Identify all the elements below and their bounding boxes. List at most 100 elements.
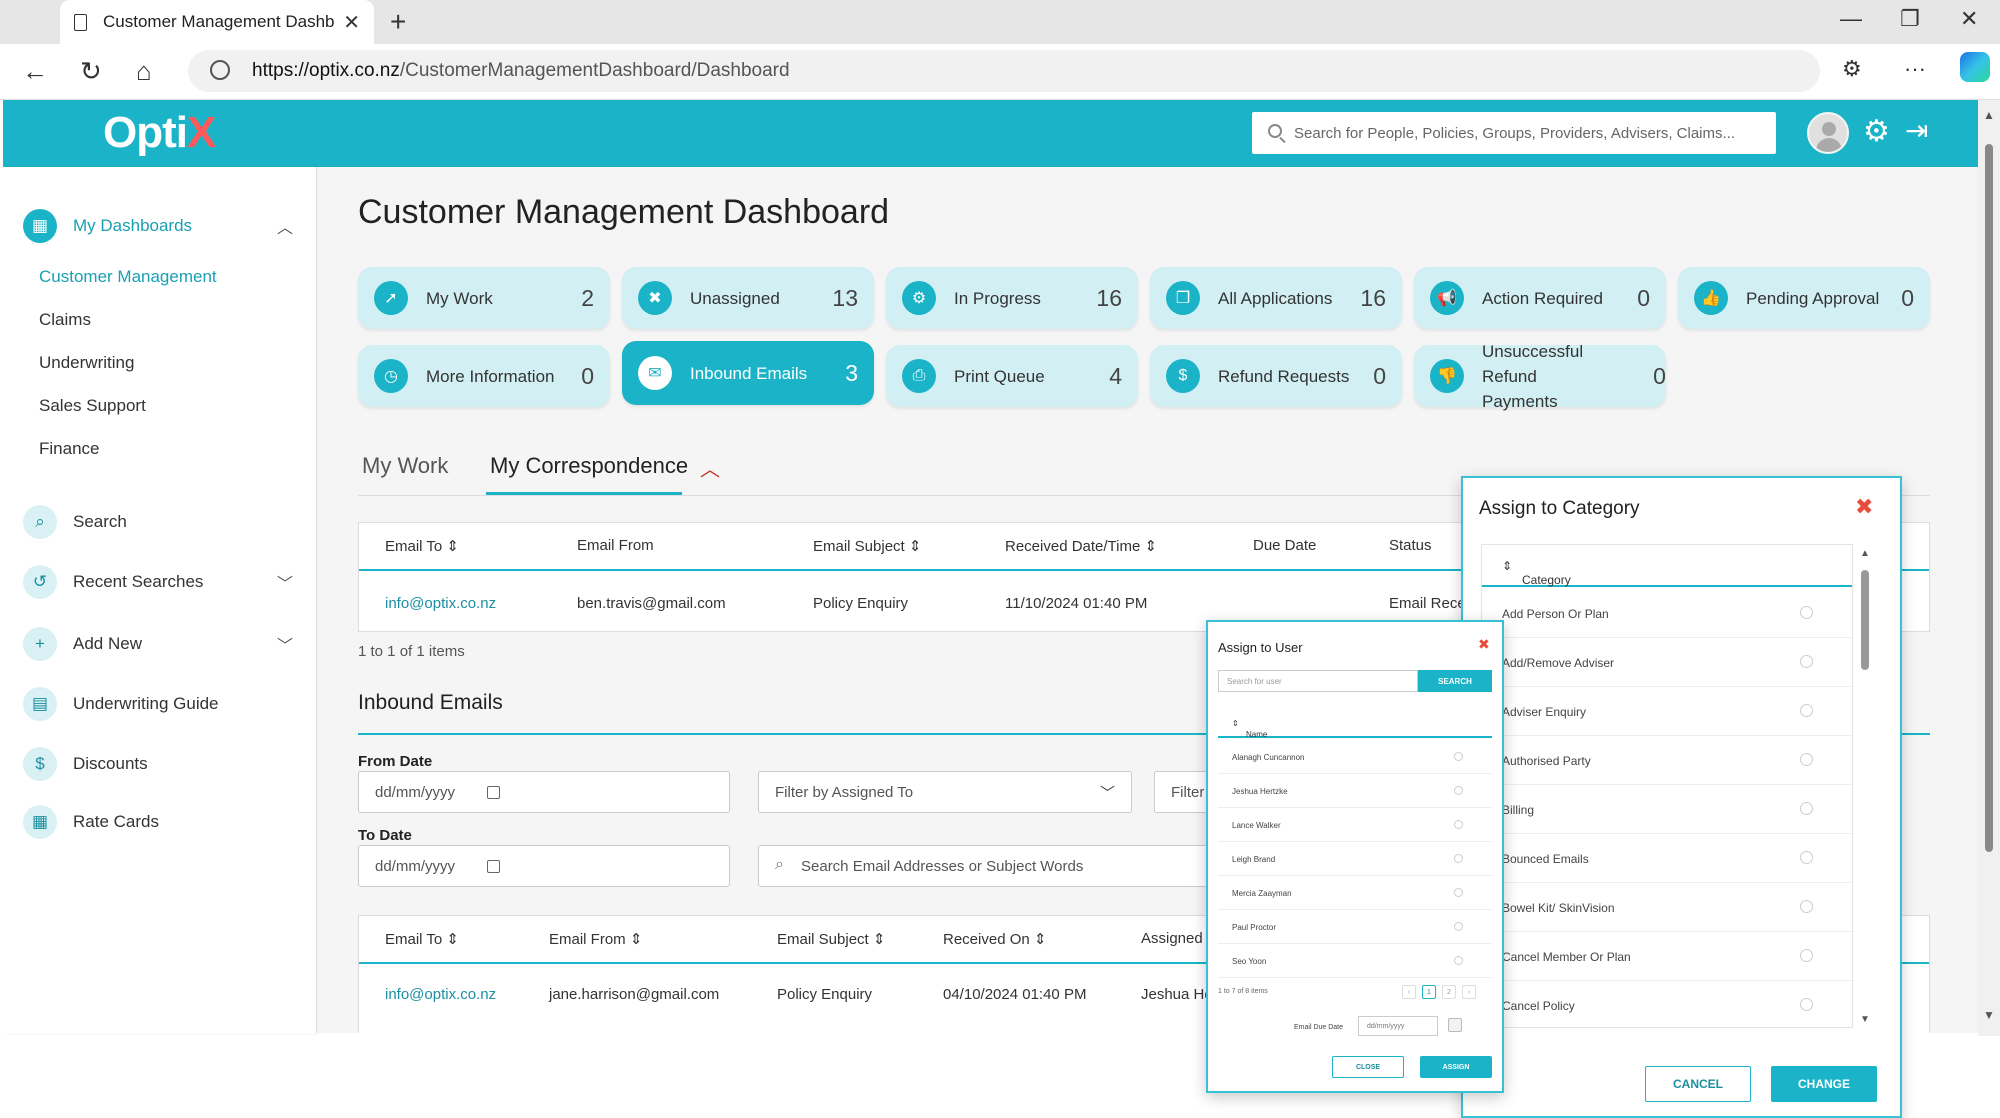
column-received-on[interactable]: Received On ⇕	[943, 930, 1046, 948]
cancel-button[interactable]: CANCEL	[1645, 1066, 1751, 1102]
list-item[interactable]: Cancel Policy	[1482, 981, 1852, 1027]
browser-tab[interactable]: Customer Management Dashboar ✕	[60, 0, 374, 44]
email-due-date-input[interactable]: dd/mm/yyyy	[1358, 1016, 1438, 1036]
radio-button[interactable]	[1454, 786, 1463, 795]
chevron-down-icon[interactable]: ﹀	[277, 632, 293, 656]
url-field[interactable]: https://optix.co.nz/CustomerManagementDa…	[188, 50, 1820, 92]
list-item[interactable]: Leigh Brand	[1218, 842, 1492, 876]
search-button[interactable]: SEARCH	[1418, 670, 1492, 692]
sidebar-item-underwriting-guide[interactable]: ▤ Underwriting Guide	[3, 687, 317, 721]
refresh-icon[interactable]: ↻	[80, 56, 102, 87]
list-item[interactable]: Mercia Zaayman	[1218, 876, 1492, 910]
user-avatar[interactable]	[1807, 112, 1849, 154]
column-email-subject[interactable]: Email Subject ⇕	[777, 930, 885, 948]
radio-button[interactable]	[1800, 655, 1813, 668]
list-item[interactable]: Lance Walker	[1218, 808, 1492, 842]
close-tab-icon[interactable]: ✕	[343, 10, 360, 35]
list-item[interactable]: Bounced Emails	[1482, 834, 1852, 883]
cell-email-to[interactable]: info@optix.co.nz	[385, 986, 496, 1003]
chevron-up-icon[interactable]: ︿	[700, 453, 720, 482]
close-button[interactable]: CLOSE	[1332, 1056, 1404, 1078]
pager-page-2[interactable]: 2	[1442, 985, 1456, 999]
card-unassigned[interactable]: ✖ Unassigned 13	[622, 267, 874, 329]
sidebar-item-finance[interactable]: Finance	[39, 439, 99, 459]
sidebar-item-add-new[interactable]: + Add New ﹀	[3, 627, 317, 661]
list-item[interactable]: Authorised Party	[1482, 736, 1852, 785]
radio-button[interactable]	[1800, 900, 1813, 913]
radio-button[interactable]	[1454, 888, 1463, 897]
sidebar-item-recent-searches[interactable]: ↺ Recent Searches ﹀	[3, 565, 317, 599]
global-search-input[interactable]: Search for People, Policies, Groups, Pro…	[1252, 112, 1776, 154]
logout-icon[interactable]: ⇥	[1905, 114, 1928, 147]
card-more-information[interactable]: ◷ More Information 0	[358, 345, 610, 407]
radio-button[interactable]	[1800, 606, 1813, 619]
chevron-down-icon[interactable]: ﹀	[277, 570, 293, 594]
card-unsuccessful-refund-payments[interactable]: 👎 Unsuccessful Refund Payments 0	[1414, 342, 1666, 411]
sidebar-item-sales-support[interactable]: Sales Support	[39, 396, 146, 416]
extensions-icon[interactable]: ⚙	[1842, 56, 1862, 82]
radio-button[interactable]	[1800, 949, 1813, 962]
cell-email-to[interactable]: info@optix.co.nz	[385, 595, 496, 612]
list-item[interactable]: Billing	[1482, 785, 1852, 834]
minimize-icon[interactable]: —	[1840, 6, 1862, 32]
back-icon[interactable]: ←	[22, 56, 48, 87]
list-item[interactable]: Cancel Member Or Plan	[1482, 932, 1852, 981]
pager-prev-icon[interactable]: ‹	[1402, 985, 1416, 999]
sidebar-item-claims[interactable]: Claims	[39, 310, 91, 330]
list-item[interactable]: Add/Remove Adviser	[1482, 638, 1852, 687]
radio-button[interactable]	[1800, 753, 1813, 766]
scroll-up-icon[interactable]: ▲	[1983, 108, 1995, 122]
optix-logo[interactable]: OptiX	[103, 108, 216, 158]
new-tab-icon[interactable]: +	[390, 6, 406, 38]
page-scroll-thumb[interactable]	[1985, 144, 1993, 852]
radio-button[interactable]	[1800, 704, 1813, 717]
card-pending-approval[interactable]: 👍 Pending Approval 0	[1678, 267, 1930, 329]
settings-gear-icon[interactable]: ⚙	[1863, 114, 1890, 149]
category-scroll-thumb[interactable]	[1861, 570, 1869, 670]
radio-button[interactable]	[1800, 802, 1813, 815]
restore-icon[interactable]: ❐	[1900, 6, 1920, 32]
radio-button[interactable]	[1454, 820, 1463, 829]
radio-button[interactable]	[1800, 851, 1813, 864]
card-inbound-emails[interactable]: ✉ Inbound Emails 3	[622, 341, 874, 405]
close-window-icon[interactable]: ✕	[1960, 6, 1978, 32]
radio-button[interactable]	[1454, 922, 1463, 931]
sidebar-item-rate-cards[interactable]: ▦ Rate Cards	[3, 805, 317, 839]
card-in-progress[interactable]: ⚙ In Progress 16	[886, 267, 1138, 329]
user-list-header[interactable]: Name ⇕	[1218, 708, 1492, 739]
card-print-queue[interactable]: ⎙ Print Queue 4	[886, 345, 1138, 407]
sidebar-item-underwriting[interactable]: Underwriting	[39, 353, 134, 373]
category-header[interactable]: Category ⇕	[1482, 545, 1852, 587]
home-icon[interactable]: ⌂	[136, 56, 152, 87]
column-email-to[interactable]: Email To ⇕	[385, 930, 459, 948]
radio-button[interactable]	[1454, 956, 1463, 965]
filter-assigned-dropdown[interactable]: Filter by Assigned To ﹀	[758, 771, 1132, 813]
pager-page-1[interactable]: 1	[1422, 985, 1436, 999]
assign-button[interactable]: ASSIGN	[1420, 1056, 1492, 1078]
tab-my-correspondence[interactable]: My Correspondence	[490, 453, 688, 479]
card-action-required[interactable]: 📢 Action Required 0	[1414, 267, 1666, 329]
column-received-date[interactable]: Received Date/Time ⇕	[1005, 537, 1157, 555]
close-icon[interactable]: ✖	[1855, 494, 1873, 520]
scroll-down-icon[interactable]: ▼	[1983, 1008, 1995, 1022]
copilot-icon[interactable]	[1960, 52, 1990, 82]
category-scrollbar[interactable]: ▲ ▼	[1859, 544, 1871, 1028]
radio-button[interactable]	[1454, 752, 1463, 761]
from-date-input[interactable]: dd/mm/yyyy	[358, 771, 730, 813]
card-all-applications[interactable]: ❐ All Applications 16	[1150, 267, 1402, 329]
sidebar-my-dashboards[interactable]: ▦ My Dashboards ︿	[3, 209, 317, 243]
page-scrollbar[interactable]: ▲ ▼	[1978, 100, 2000, 1036]
calendar-icon[interactable]	[487, 786, 500, 799]
user-search-input[interactable]: Search for user	[1218, 670, 1418, 692]
chevron-up-icon[interactable]: ︿	[277, 214, 293, 238]
sidebar-item-customer-management[interactable]: Customer Management	[39, 267, 217, 287]
calendar-icon[interactable]	[487, 860, 500, 873]
change-button[interactable]: CHANGE	[1771, 1066, 1877, 1102]
pager-next-icon[interactable]: ›	[1462, 985, 1476, 999]
card-refund-requests[interactable]: $ Refund Requests 0	[1150, 345, 1402, 407]
close-icon[interactable]: ✖	[1478, 636, 1490, 653]
more-menu-icon[interactable]: ···	[1904, 56, 1926, 82]
list-item[interactable]: Add Person Or Plan	[1482, 589, 1852, 638]
scroll-down-icon[interactable]: ▼	[1860, 1014, 1870, 1025]
radio-button[interactable]	[1800, 998, 1813, 1011]
